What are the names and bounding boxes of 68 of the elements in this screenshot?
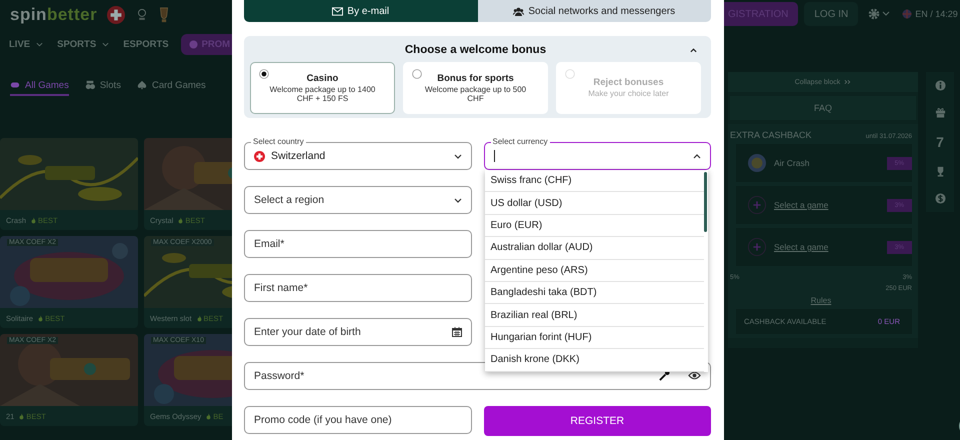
gift-icon[interactable]	[934, 107, 946, 118]
chevron-down-icon	[454, 154, 462, 158]
nav-link[interactable]: ESPORTS	[123, 38, 169, 50]
people-icon	[513, 6, 524, 16]
currency-option[interactable]: Australian dollar (AUD)	[484, 237, 704, 260]
flame-icon	[206, 412, 212, 420]
currency-option[interactable]: Swiss franc (CHF)	[484, 170, 704, 192]
swiss-flag-icon	[254, 150, 265, 162]
select-game-link[interactable]: Select a game	[774, 242, 879, 252]
chevron-icon[interactable]	[690, 48, 697, 53]
chevron-down-icon	[102, 42, 110, 46]
birth-date-field[interactable]: Enter your date of birth	[244, 318, 472, 346]
rules-link[interactable]: Rules	[810, 296, 832, 305]
eye-icon[interactable]	[688, 370, 701, 381]
swiss-flag-icon[interactable]	[107, 6, 126, 24]
calendar-day[interactable]: 7	[936, 134, 944, 150]
dollar-icon[interactable]	[934, 193, 946, 204]
flame-icon	[178, 216, 184, 224]
flame-icon	[38, 314, 44, 322]
register-button[interactable]: REGISTER	[484, 406, 711, 436]
language-selector[interactable]: EN / 14:29	[902, 9, 960, 19]
email-field[interactable]: Email*	[244, 230, 472, 258]
cashback-title: EXTRA CASHBACK	[730, 130, 812, 140]
info-icon[interactable]	[934, 80, 946, 91]
game-tab[interactable]: All Games	[10, 76, 69, 96]
nav-link[interactable]: SPORTS	[57, 38, 110, 50]
flame-icon	[31, 216, 36, 224]
radio-button[interactable]	[412, 69, 422, 79]
circle-icon	[188, 40, 198, 48]
scrollbar-thumb[interactable]	[704, 172, 706, 232]
currency-option[interactable]: Hungarian forint (HUF)	[484, 326, 704, 350]
double-chevron-icon	[844, 79, 852, 85]
calendar-icon[interactable]	[452, 327, 462, 337]
method-tab[interactable]: By e-mail	[244, 0, 478, 22]
game-avatar-icon	[748, 154, 766, 172]
chevron-down-icon	[454, 198, 462, 202]
game-tab[interactable]: Slots	[84, 76, 121, 96]
select-game-link[interactable]: Select a game	[774, 200, 879, 210]
currency-option[interactable]: Danish krone (DKK)	[484, 349, 704, 372]
currency-option[interactable]: Argentine peso (ARS)	[484, 260, 704, 282]
settings-icon[interactable]	[868, 8, 890, 20]
method-tab[interactable]: Social networks and messengers	[478, 0, 711, 22]
bonus-option[interactable]: Bonus for sports Welcome package up to 500 CHF	[403, 62, 548, 114]
currency-option[interactable]: US dollar (USD)	[484, 192, 704, 215]
currency-option[interactable]: Bangladeshi taka (BDT)	[484, 282, 704, 304]
game-tab[interactable]: Card Games	[136, 76, 206, 96]
chevron-up-icon	[693, 154, 701, 158]
trophy-icon[interactable]	[159, 7, 170, 23]
login-button[interactable]: LOG IN	[804, 2, 858, 26]
envelope-icon	[332, 6, 344, 16]
region-select[interactable]: Select a region	[244, 186, 472, 214]
chevron-down-icon	[36, 42, 44, 46]
currency-option[interactable]: Brazilian real (BRL)	[484, 304, 704, 327]
cherries-icon	[84, 80, 95, 90]
radio-button[interactable]	[259, 69, 269, 79]
nav-link[interactable]: LIVE	[9, 38, 44, 50]
logo[interactable]: spinbetter	[10, 5, 98, 25]
bonus-option[interactable]: Casino Welcome package up to 1400 CHF + 150 FS	[250, 62, 395, 114]
flame-icon	[196, 314, 202, 322]
first-name-field[interactable]: First name*	[244, 274, 472, 302]
game-name: Air Crash	[774, 158, 810, 168]
currency-option[interactable]: Euro (EUR)	[484, 214, 704, 238]
promo-code-field[interactable]: Promo code (if you have one)	[244, 406, 472, 434]
bonus-title: Choose a welcome bonus	[404, 44, 546, 56]
spade-icon	[136, 80, 147, 90]
flame-icon	[19, 412, 24, 420]
flag-icon	[902, 9, 912, 19]
faq-button[interactable]: FAQ	[730, 96, 916, 120]
